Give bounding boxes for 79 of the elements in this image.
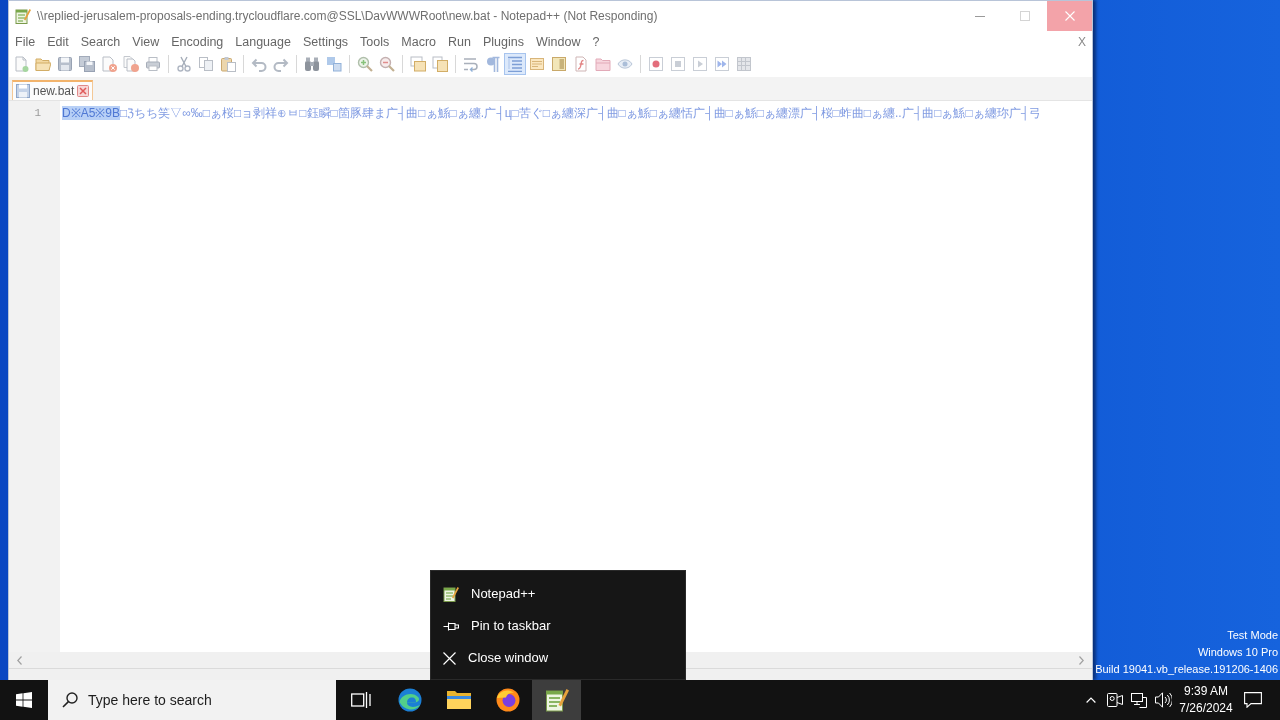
menu-item[interactable]: Language bbox=[229, 32, 297, 52]
floppy-disks-icon[interactable] bbox=[79, 56, 95, 72]
search-icon bbox=[62, 692, 78, 708]
menu-item[interactable]: Tools bbox=[354, 32, 396, 52]
taskbar-button[interactable] bbox=[532, 680, 581, 720]
network-icon[interactable] bbox=[1131, 692, 1147, 708]
side-panel-icon[interactable] bbox=[551, 56, 567, 72]
close-document[interactable]: X bbox=[1078, 33, 1086, 51]
notepad-icon bbox=[15, 8, 31, 24]
camera-icon[interactable] bbox=[1107, 693, 1123, 707]
menu-item[interactable]: Run bbox=[442, 32, 477, 52]
close-icon bbox=[443, 651, 456, 665]
jump-list-item[interactable]: Notepad++ bbox=[431, 578, 685, 610]
minimize-icon[interactable] bbox=[974, 15, 985, 17]
menu-item[interactable]: Encoding bbox=[165, 32, 230, 52]
indented-lines-icon[interactable] bbox=[504, 53, 526, 75]
menu-item[interactable]: Edit bbox=[41, 32, 75, 52]
copy-icon[interactable] bbox=[198, 56, 214, 72]
fast-forward-icon[interactable] bbox=[714, 56, 730, 72]
record-icon[interactable] bbox=[648, 56, 664, 72]
close-icon bbox=[1064, 11, 1075, 21]
eye-icon[interactable] bbox=[617, 56, 633, 72]
menu-item[interactable]: ? bbox=[586, 32, 606, 52]
notepad-icon bbox=[443, 586, 459, 602]
binoculars-icon[interactable] bbox=[304, 56, 320, 72]
pin-icon bbox=[443, 621, 459, 631]
close-button[interactable] bbox=[1047, 1, 1092, 31]
flame-globe-icon bbox=[495, 688, 520, 712]
stop-icon[interactable] bbox=[670, 56, 686, 72]
line-number: 1 bbox=[33, 106, 42, 121]
swirl-logo-icon bbox=[397, 688, 422, 712]
code-text: □ℨちち笑▽∞‰□ぁ桜□ョ剥祥⊕ㅂ□鈺瞬□箇豚肆ま广┤曲□ぁ鯀□ぁ纏.广┤ц□苦ぐ□ぁ纏深广┤曲□ぁ鯀□ぁ纏恬广┤曲□ぁ鯀□ぁ纏漂广┤桜□蚱曲□ぁ纏..广┤曲□ぁ鯀□ぁ纏珎广┤弓 bbox=[120, 106, 1042, 120]
menu-item[interactable]: View bbox=[126, 32, 166, 52]
pilcrow-icon[interactable] bbox=[485, 56, 501, 72]
notification-icon[interactable] bbox=[1244, 692, 1262, 708]
stacked-pages-icon[interactable] bbox=[432, 56, 448, 72]
task-view-icon bbox=[350, 691, 371, 709]
system-notice-text: Build 19041.vb_release.191206-1406 bbox=[1095, 662, 1278, 677]
printer-icon[interactable] bbox=[145, 56, 161, 72]
close-icon[interactable] bbox=[77, 85, 90, 97]
lined-note-icon[interactable] bbox=[529, 56, 545, 72]
wrap-arrow-icon[interactable] bbox=[463, 56, 479, 72]
scissors-icon[interactable] bbox=[176, 56, 192, 72]
grid-icon[interactable] bbox=[736, 56, 752, 72]
menu-item[interactable]: Window bbox=[529, 32, 587, 52]
overlapping-squares-icon[interactable] bbox=[326, 56, 342, 72]
maximize-icon[interactable] bbox=[1019, 11, 1030, 21]
redo-icon[interactable] bbox=[273, 56, 289, 72]
new-file-icon[interactable] bbox=[13, 56, 29, 72]
jump-list-item[interactable]: Close window bbox=[431, 642, 685, 674]
speaker-icon[interactable] bbox=[1154, 692, 1172, 708]
menu-item[interactable]: Settings bbox=[296, 32, 355, 52]
folder-icon bbox=[446, 690, 471, 710]
scroll-right-icon[interactable] bbox=[1079, 655, 1084, 665]
chevron-up-icon[interactable] bbox=[1086, 697, 1096, 703]
folder-icon[interactable] bbox=[35, 56, 51, 72]
jump-list-item[interactable]: Pin to taskbar bbox=[431, 610, 685, 642]
menu-item[interactable]: Plugins bbox=[476, 32, 530, 52]
menu-item[interactable]: Macro bbox=[395, 32, 443, 52]
undo-icon[interactable] bbox=[251, 56, 267, 72]
zoom-in-icon[interactable] bbox=[357, 56, 373, 72]
zoom-out-icon[interactable] bbox=[379, 56, 395, 72]
menu-item[interactable]: Search bbox=[74, 32, 127, 52]
page-cross-icon[interactable] bbox=[101, 56, 117, 72]
system-notice-text: Windows 10 Pro bbox=[1197, 645, 1278, 660]
scroll-left-icon[interactable] bbox=[17, 655, 22, 665]
windows-logo-icon[interactable] bbox=[16, 692, 32, 708]
clock-time[interactable]: 9:39 AM bbox=[1184, 683, 1228, 700]
folder-icon[interactable] bbox=[595, 56, 611, 72]
system-notice-text: Test Mode bbox=[1227, 628, 1278, 643]
function-page-icon[interactable] bbox=[573, 56, 589, 72]
file-tab[interactable]: new.bat bbox=[12, 80, 94, 100]
window-title: \\replied-jerusalem-proposals-ending.trycloudflare.com@SSL\DavWWWRoot\new.bat - Notepad++ (Not Responding) bbox=[37, 8, 658, 25]
menu-item[interactable]: File bbox=[9, 32, 42, 52]
notepad-icon bbox=[544, 688, 569, 712]
stacked-windows-icon[interactable] bbox=[410, 56, 426, 72]
clock-date[interactable]: 7/26/2024 bbox=[1179, 700, 1233, 717]
play-icon[interactable] bbox=[692, 56, 708, 72]
clipboard-icon[interactable] bbox=[220, 56, 236, 72]
